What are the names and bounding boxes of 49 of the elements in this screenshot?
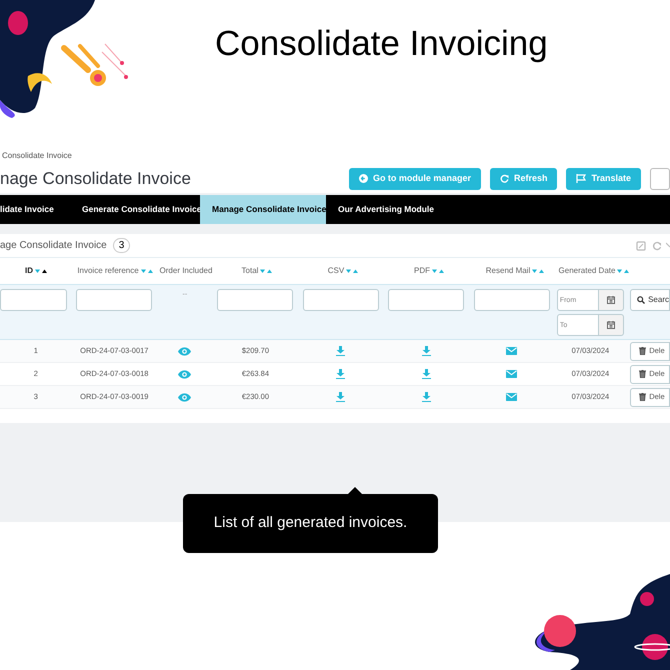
envelope-icon[interactable] [506, 347, 518, 355]
sort-arrows-icon[interactable] [35, 268, 47, 274]
panel-title: age Consolidate Invoice [0, 239, 107, 253]
breadcrumb[interactable]: Consolidate Invoice [0, 150, 72, 162]
page-heading: Consolidate Invoicing [215, 26, 548, 61]
export-icon[interactable] [636, 240, 646, 250]
tooltip-text: List of all generated invoices. [214, 513, 408, 534]
search-button[interactable]: Searc [630, 289, 670, 311]
page-title: nage Consolidate Invoice [0, 168, 192, 190]
calendar-button[interactable] [598, 314, 624, 336]
filter-field[interactable] [76, 289, 152, 311]
nav-tab[interactable]: Manage Consolidate Invoice [200, 195, 326, 224]
column-header[interactable]: Generated Date [558, 265, 616, 277]
flag-icon [576, 174, 586, 184]
column-header[interactable]: Total [242, 265, 258, 277]
back-circle-icon [358, 174, 368, 184]
refresh-icon [500, 174, 509, 184]
column-header[interactable]: PDF [414, 265, 430, 277]
eye-icon[interactable] [178, 370, 192, 378]
calendar-icon [606, 296, 615, 304]
download-icon[interactable] [336, 346, 346, 356]
eye-icon[interactable] [178, 346, 192, 356]
filter-field[interactable] [474, 289, 550, 311]
filter-field[interactable] [302, 289, 379, 311]
envelope-icon[interactable] [506, 393, 518, 401]
toolbar-button[interactable] [650, 168, 670, 190]
trash-icon [639, 370, 646, 378]
column-header: Order Included [160, 265, 212, 277]
download-icon[interactable] [422, 369, 431, 379]
envelope-icon[interactable] [506, 370, 518, 378]
search-icon [637, 296, 646, 304]
column-header[interactable]: Resend Mail [486, 265, 530, 277]
calendar-icon [606, 321, 615, 329]
column-header[interactable]: Invoice reference [77, 265, 139, 277]
filter-field[interactable] [217, 289, 294, 311]
count-badge: 3 [112, 238, 130, 253]
filter-field[interactable] [388, 289, 464, 311]
column-header[interactable]: CSV [328, 265, 344, 277]
eye-icon[interactable] [178, 392, 192, 402]
download-icon[interactable] [422, 392, 431, 402]
download-icon[interactable] [422, 346, 431, 356]
download-icon[interactable] [336, 369, 346, 379]
trash-icon [639, 347, 646, 355]
filter-field[interactable] [0, 289, 67, 311]
download-icon[interactable] [336, 392, 346, 402]
trash-icon [639, 393, 646, 401]
column-header[interactable]: ID [25, 265, 33, 277]
refresh-icon[interactable] [652, 240, 662, 250]
calendar-button[interactable] [598, 289, 624, 311]
